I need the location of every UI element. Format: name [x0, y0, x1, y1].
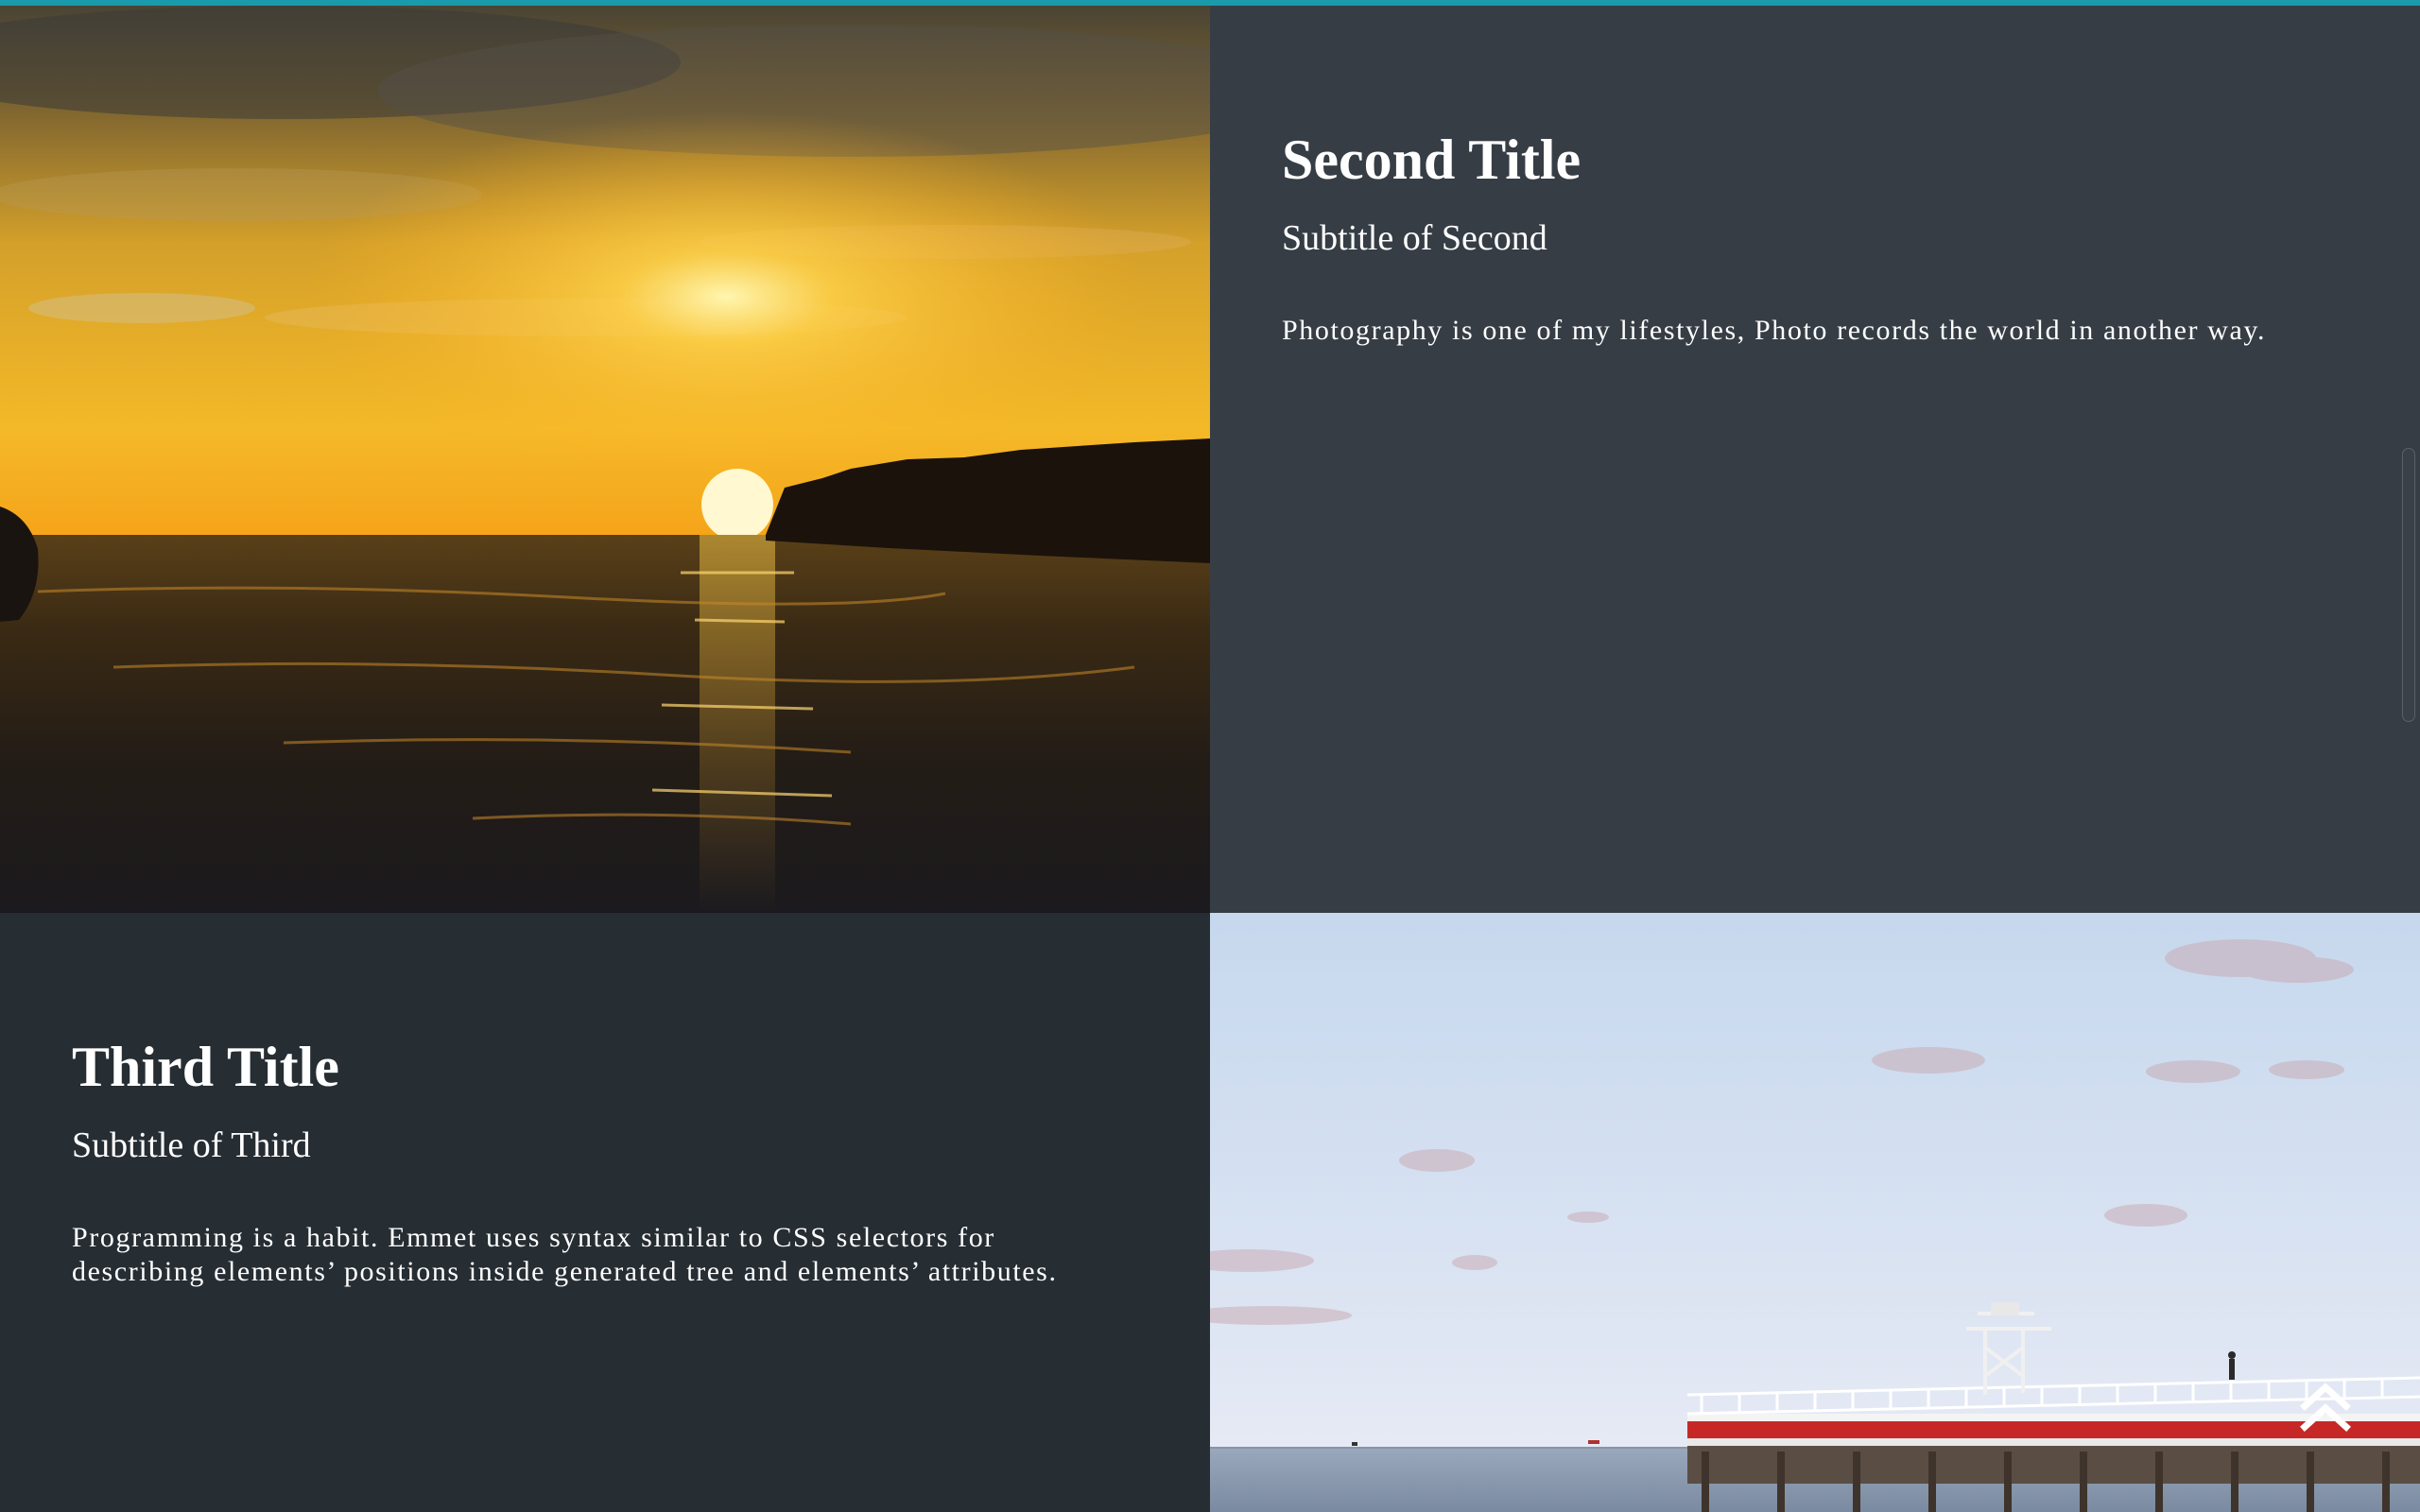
section-second: Second Title Subtitle of Second Photogra…	[0, 6, 2420, 913]
pier-photo	[1210, 913, 2420, 1512]
third-subtitle: Subtitle of Third	[72, 1125, 311, 1165]
second-text-panel: Second Title Subtitle of Second Photogra…	[1210, 6, 2420, 913]
second-subtitle: Subtitle of Second	[1282, 218, 1547, 258]
second-title: Second Title	[1282, 129, 1582, 191]
section-third: Third Title Subtitle of Third Programmin…	[0, 913, 2420, 1512]
third-body: Programming is a habit. Emmet uses synta…	[72, 1222, 1058, 1287]
back-to-top-button[interactable]	[2299, 1380, 2352, 1438]
double-chevron-up-icon	[2300, 1383, 2351, 1432]
second-body: Photography is one of my lifestyles, Pho…	[1282, 315, 2267, 346]
scrollbar-thumb[interactable]	[2402, 448, 2415, 722]
top-accent-bar	[0, 0, 2420, 6]
third-text-panel: Third Title Subtitle of Third Programmin…	[0, 913, 1210, 1512]
third-title: Third Title	[72, 1036, 339, 1098]
sunset-photo	[0, 6, 1210, 913]
